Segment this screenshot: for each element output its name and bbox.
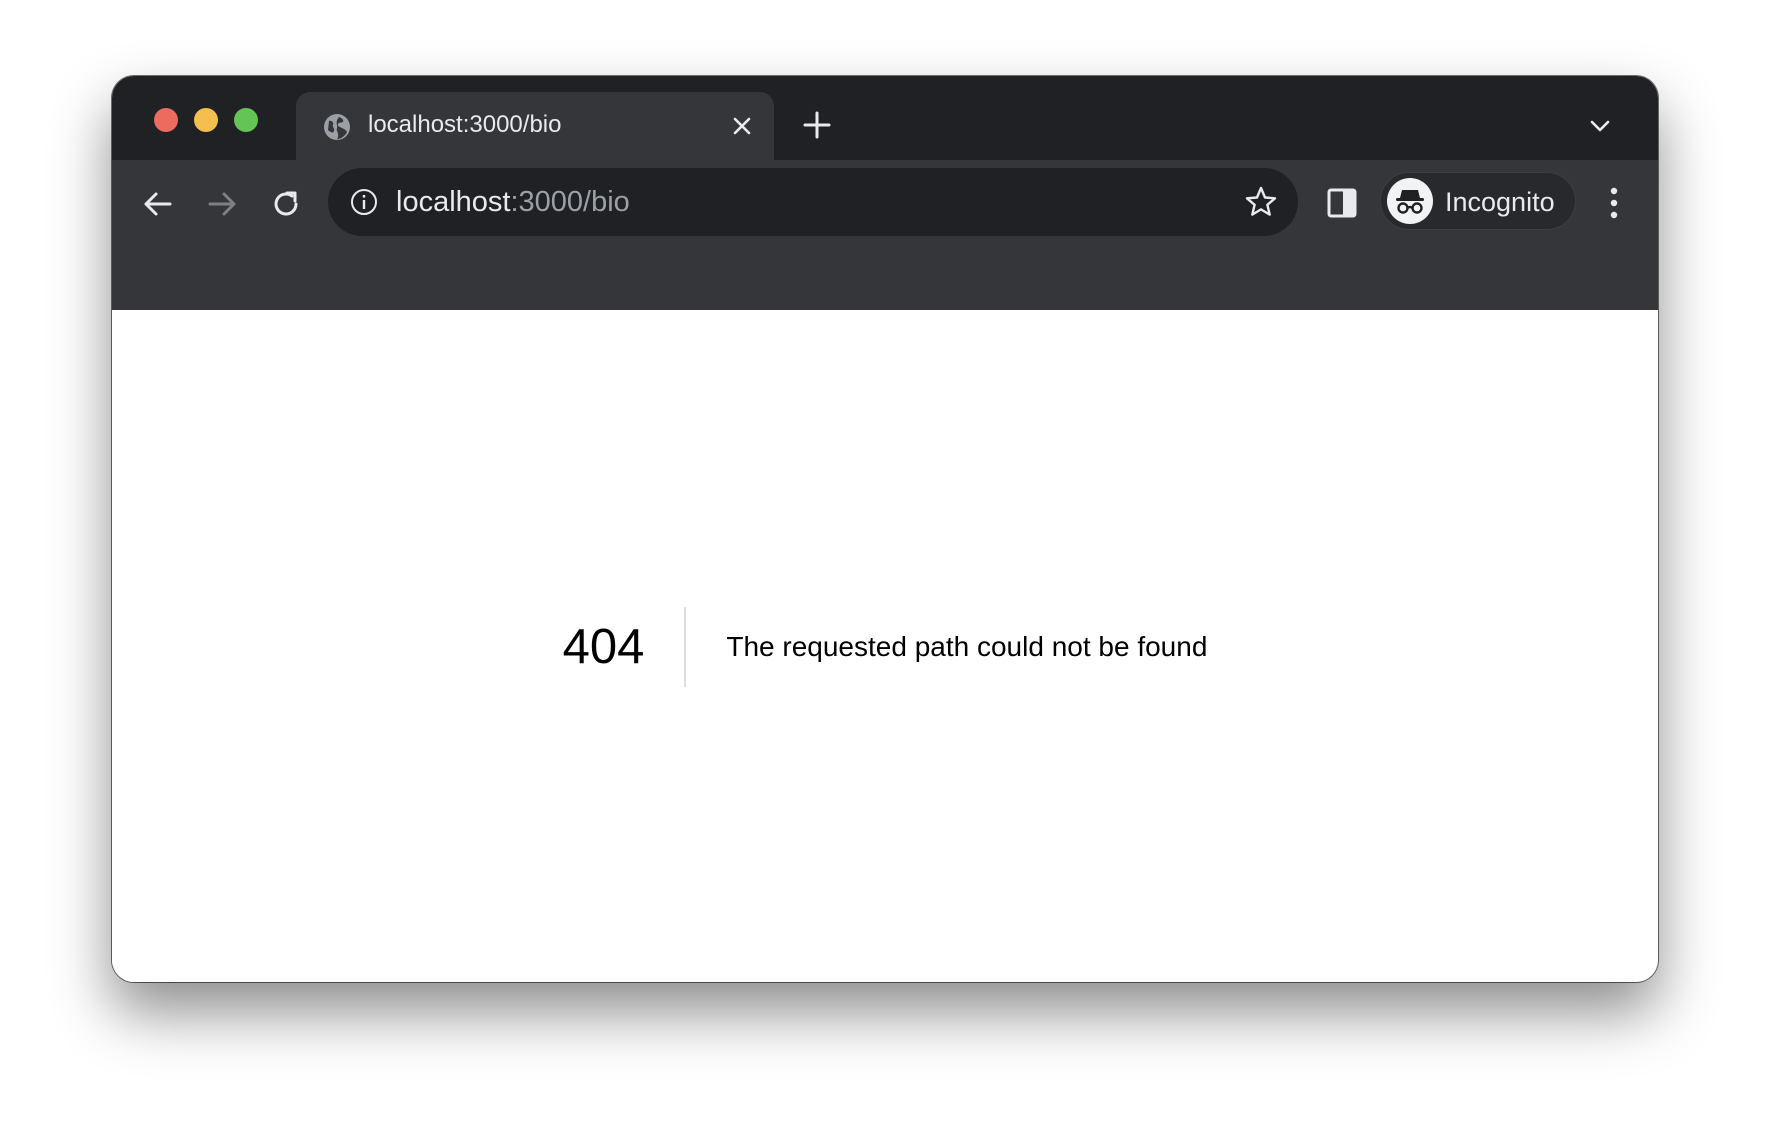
new-tab-button[interactable]: [802, 110, 832, 140]
incognito-icon: [1387, 178, 1433, 224]
back-arrow-icon[interactable]: [140, 186, 176, 222]
browser-window: localhost:3000/bio localhost:3000/bio In…: [112, 76, 1658, 982]
more-menu-icon[interactable]: [1604, 186, 1624, 220]
url-host: localhost: [396, 186, 511, 218]
reload-icon[interactable]: [268, 186, 304, 222]
tab-active[interactable]: localhost:3000/bio: [296, 92, 774, 160]
address-bar[interactable]: localhost:3000/bio: [328, 168, 1298, 236]
toolbar: localhost:3000/bio Incognito: [112, 160, 1658, 311]
tab-strip: localhost:3000/bio: [112, 76, 1658, 160]
tab-title: localhost:3000/bio: [368, 111, 562, 138]
close-window-button[interactable]: [154, 108, 178, 132]
profile-button[interactable]: Incognito: [1380, 172, 1576, 230]
info-icon[interactable]: [350, 188, 378, 216]
profile-label: Incognito: [1445, 187, 1555, 217]
error-container: 404 The requested path could not be foun…: [112, 607, 1658, 687]
address-url: localhost:3000/bio: [396, 186, 630, 219]
zoom-window-button[interactable]: [234, 108, 258, 132]
minimize-window-button[interactable]: [194, 108, 218, 132]
close-icon[interactable]: [730, 114, 754, 138]
globe-icon: [322, 112, 352, 142]
star-icon[interactable]: [1244, 185, 1278, 219]
page-content: 404 The requested path could not be foun…: [112, 310, 1658, 982]
url-path: :3000/bio: [510, 186, 630, 218]
chevron-down-icon[interactable]: [1588, 114, 1612, 138]
forward-arrow-icon[interactable]: [204, 186, 240, 222]
error-message: The requested path could not be found: [726, 631, 1208, 662]
error-code: 404: [563, 607, 687, 687]
side-panel-icon[interactable]: [1326, 187, 1358, 219]
